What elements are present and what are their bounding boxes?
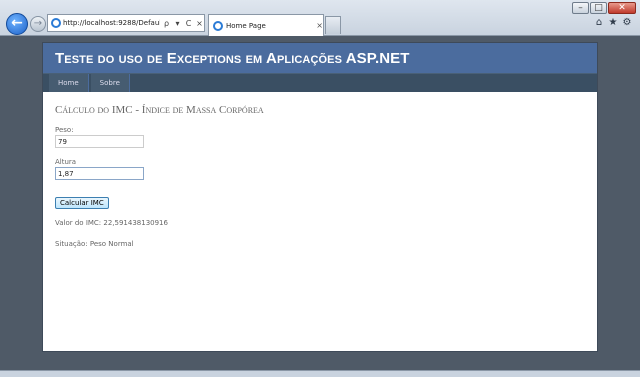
window-controls: – □ ✕: [572, 2, 636, 14]
status-bar: [0, 370, 640, 377]
calcular-imc-button[interactable]: Calcular IMC: [55, 197, 109, 209]
page-header: Teste do uso de Exceptions em Aplicações…: [43, 43, 597, 74]
address-url[interactable]: http://localhost:9288/Default.aspx: [63, 19, 160, 27]
browser-toolbar-right: ⌂ ★ ⚙: [594, 17, 632, 29]
menu-item-sobre[interactable]: Sobre: [90, 74, 130, 92]
web-page: Teste do uso de Exceptions em Aplicações…: [42, 42, 598, 352]
tab-title: Home Page: [226, 21, 266, 30]
browser-viewport: Teste do uso de Exceptions em Aplicações…: [2, 36, 638, 370]
situacao-result: Situação: Peso Normal: [55, 240, 134, 248]
peso-input[interactable]: [55, 135, 144, 148]
back-arrow-icon[interactable]: ←: [6, 13, 28, 35]
minimize-button[interactable]: –: [572, 2, 589, 14]
close-tab-icon[interactable]: ×: [316, 21, 323, 30]
dropdown-icon[interactable]: ▾: [173, 19, 182, 28]
close-window-button[interactable]: ✕: [608, 2, 636, 14]
ie-page-icon: [51, 18, 61, 28]
menu-item-home[interactable]: Home: [49, 74, 89, 92]
imc-result: Valor do IMC: 22,591438130916: [55, 219, 168, 227]
new-tab-button[interactable]: [325, 16, 341, 34]
section-title: Cálculo do IMC - Índice de Massa Corpóre…: [55, 104, 264, 116]
main-content: Cálculo do IMC - Índice de Massa Corpóre…: [43, 92, 597, 260]
browser-tab[interactable]: Home Page ×: [208, 14, 324, 36]
address-bar[interactable]: http://localhost:9288/Default.aspx ρ ▾ C…: [47, 14, 205, 32]
forward-arrow-icon[interactable]: →: [30, 16, 46, 32]
stop-icon[interactable]: ×: [195, 19, 204, 28]
ie-page-icon: [213, 20, 223, 31]
altura-label: Altura: [55, 158, 77, 166]
browser-chrome: ← → http://localhost:9288/Default.aspx ρ…: [0, 0, 640, 36]
search-icon[interactable]: ρ: [162, 19, 171, 28]
nav-menu: Home Sobre: [43, 74, 597, 92]
gear-icon[interactable]: ⚙: [622, 17, 632, 29]
favorites-star-icon[interactable]: ★: [608, 17, 618, 29]
refresh-icon[interactable]: C: [184, 19, 193, 28]
peso-label: Peso:: [55, 126, 74, 134]
home-icon[interactable]: ⌂: [594, 17, 604, 29]
maximize-button[interactable]: □: [590, 2, 607, 14]
page-title: Teste do uso de Exceptions em Aplicações…: [55, 49, 410, 67]
altura-input[interactable]: [55, 167, 144, 180]
